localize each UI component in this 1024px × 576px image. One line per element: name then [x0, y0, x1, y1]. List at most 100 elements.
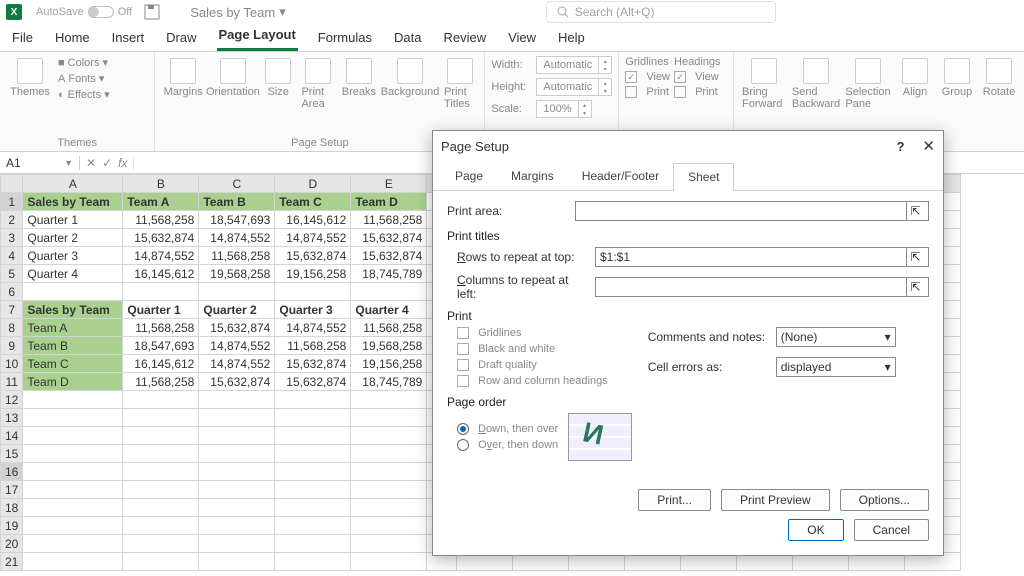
cell[interactable] — [275, 463, 351, 481]
cell[interactable]: Quarter 4 — [23, 265, 123, 283]
cell[interactable]: 11,568,258 — [351, 211, 427, 229]
cell[interactable]: 14,874,552 — [199, 355, 275, 373]
cell[interactable] — [123, 409, 199, 427]
ok-button[interactable]: OK — [788, 519, 843, 541]
tab-formulas[interactable]: Formulas — [316, 26, 374, 51]
row-header[interactable]: 16 — [1, 463, 23, 481]
cell[interactable]: 18,745,789 — [351, 265, 427, 283]
print-area-button[interactable]: Print Area — [299, 56, 335, 112]
errors-select[interactable]: displayed▾ — [776, 357, 896, 377]
cell[interactable] — [275, 391, 351, 409]
cell[interactable]: 14,874,552 — [275, 319, 351, 337]
dialog-titlebar[interactable]: Page Setup ? ✕ — [433, 131, 943, 161]
range-pick-icon[interactable]: ⇱ — [906, 202, 924, 220]
headings-print[interactable]: Print — [674, 86, 720, 98]
rows-repeat-input[interactable]: $1:$1 ⇱ — [595, 247, 929, 267]
help-icon[interactable]: ? — [896, 139, 904, 154]
cell[interactable]: Team A — [23, 319, 123, 337]
cancel-button[interactable]: Cancel — [854, 519, 929, 541]
cell[interactable]: Sales by Team — [23, 193, 123, 211]
row-header[interactable]: 9 — [1, 337, 23, 355]
orientation-button[interactable]: Orientation — [209, 56, 257, 100]
cell[interactable]: 14,874,552 — [199, 229, 275, 247]
row-header[interactable]: 2 — [1, 211, 23, 229]
row-header[interactable]: 17 — [1, 481, 23, 499]
cell[interactable] — [351, 391, 427, 409]
cell[interactable] — [351, 283, 427, 301]
cols-repeat-input[interactable]: ⇱ — [595, 277, 929, 297]
cell[interactable] — [199, 553, 275, 571]
cell[interactable] — [199, 499, 275, 517]
tab-page-layout[interactable]: Page Layout — [217, 23, 298, 51]
col-header[interactable]: B — [123, 175, 199, 193]
background-button[interactable]: Background — [382, 56, 438, 100]
row-header[interactable]: 19 — [1, 517, 23, 535]
scale-spinner[interactable]: 100%▴▾ — [536, 100, 591, 118]
tab-help[interactable]: Help — [556, 26, 587, 51]
cell[interactable]: Team C — [23, 355, 123, 373]
cell[interactable] — [275, 499, 351, 517]
tab-insert[interactable]: Insert — [110, 26, 147, 51]
cell[interactable]: Team B — [23, 337, 123, 355]
cell[interactable] — [23, 517, 123, 535]
send-backward-button[interactable]: Send Backward — [792, 56, 840, 112]
cell[interactable] — [23, 463, 123, 481]
cell[interactable] — [123, 283, 199, 301]
height-spinner[interactable]: Automatic▴▾ — [536, 78, 612, 96]
align-button[interactable]: Align — [896, 56, 934, 100]
cell[interactable] — [275, 481, 351, 499]
print-rch-checkbox[interactable]: Row and column headings — [457, 375, 608, 387]
cell[interactable]: 18,547,693 — [123, 337, 199, 355]
save-icon[interactable] — [144, 4, 160, 20]
cell[interactable] — [123, 517, 199, 535]
cell[interactable]: 19,156,258 — [275, 265, 351, 283]
cell[interactable]: 19,156,258 — [351, 355, 427, 373]
row-header[interactable]: 8 — [1, 319, 23, 337]
cell[interactable] — [199, 535, 275, 553]
cell[interactable] — [23, 553, 123, 571]
cell[interactable] — [23, 391, 123, 409]
cancel-icon[interactable]: ✕ — [86, 156, 96, 170]
row-header[interactable]: 1 — [1, 193, 23, 211]
cell[interactable] — [199, 283, 275, 301]
cell[interactable]: 15,632,874 — [351, 229, 427, 247]
cell[interactable] — [275, 517, 351, 535]
colors-button[interactable]: ■ Colors ▾ — [58, 56, 110, 69]
cell[interactable] — [123, 427, 199, 445]
effects-button[interactable]: ◐ Effects ▾ — [58, 88, 110, 101]
cell[interactable] — [275, 535, 351, 553]
row-header[interactable]: 20 — [1, 535, 23, 553]
print-bw-checkbox[interactable]: Black and white — [457, 343, 608, 355]
cell[interactable] — [275, 553, 351, 571]
dialog-tab-page[interactable]: Page — [441, 163, 497, 190]
cell[interactable]: Quarter 2 — [199, 301, 275, 319]
cell[interactable]: Quarter 4 — [351, 301, 427, 319]
cell[interactable]: 14,874,552 — [275, 229, 351, 247]
row-header[interactable]: 12 — [1, 391, 23, 409]
cell[interactable] — [123, 553, 199, 571]
cell[interactable]: 16,145,612 — [123, 265, 199, 283]
print-preview-button[interactable]: Print Preview — [721, 489, 830, 511]
cell[interactable] — [351, 463, 427, 481]
cell[interactable]: Quarter 1 — [123, 301, 199, 319]
search-input[interactable]: Search (Alt+Q) — [546, 1, 776, 23]
cell[interactable]: 16,145,612 — [275, 211, 351, 229]
size-button[interactable]: Size — [261, 56, 296, 100]
rotate-button[interactable]: Rotate — [980, 56, 1018, 100]
row-header[interactable]: 7 — [1, 301, 23, 319]
tab-home[interactable]: Home — [53, 26, 92, 51]
cell[interactable]: Team C — [275, 193, 351, 211]
print-draft-checkbox[interactable]: Draft quality — [457, 359, 608, 371]
over-then-down-radio[interactable]: Over, then down — [457, 439, 558, 451]
row-header[interactable]: 5 — [1, 265, 23, 283]
cell[interactable] — [123, 445, 199, 463]
cell[interactable]: 18,745,789 — [351, 373, 427, 391]
cell[interactable] — [199, 481, 275, 499]
cell[interactable] — [23, 427, 123, 445]
bring-forward-button[interactable]: Bring Forward — [740, 56, 788, 112]
cell[interactable] — [23, 445, 123, 463]
cell[interactable]: 11,568,258 — [123, 211, 199, 229]
row-header[interactable]: 21 — [1, 553, 23, 571]
row-header[interactable]: 18 — [1, 499, 23, 517]
cell[interactable] — [275, 427, 351, 445]
